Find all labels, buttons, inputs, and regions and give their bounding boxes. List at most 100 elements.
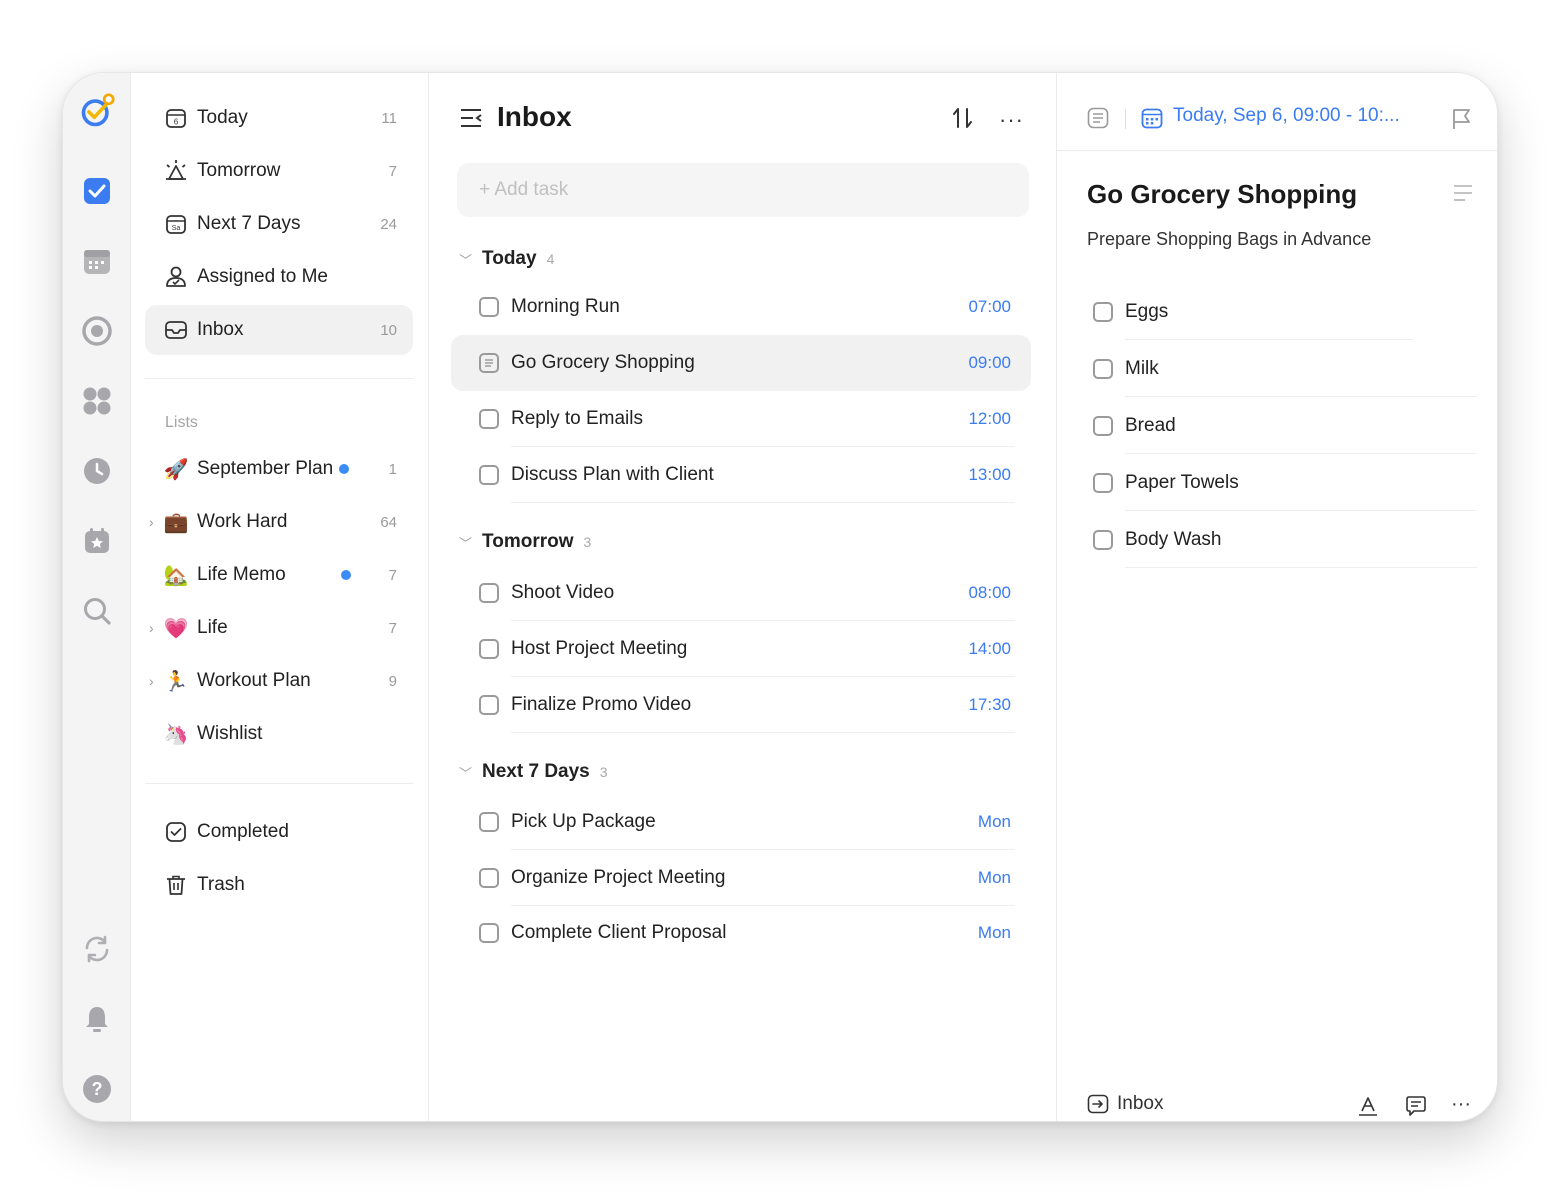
task-row[interactable]: Morning Run 07:00 bbox=[451, 279, 1031, 335]
chevron-right-icon[interactable]: › bbox=[149, 620, 154, 636]
sidebar-item-inbox[interactable]: Inbox 10 bbox=[145, 305, 413, 355]
subtask-item[interactable]: Paper Towels bbox=[1093, 454, 1477, 511]
chevron-down-icon[interactable]: ﹀ bbox=[459, 533, 472, 552]
more-options-icon[interactable]: ··· bbox=[999, 107, 1024, 133]
page-title: Inbox bbox=[497, 101, 572, 132]
runner-icon: 🏃 bbox=[163, 670, 189, 693]
sidebar-item-life-memo[interactable]: 🏡 Life Memo 7 bbox=[145, 550, 413, 600]
sidebar-item-count: 11 bbox=[381, 109, 397, 127]
task-checkbox[interactable] bbox=[479, 639, 499, 659]
subtask-title: Paper Towels bbox=[1125, 471, 1239, 493]
group-header-next-7-days[interactable]: ﹀ Next 7 Days 3 bbox=[459, 761, 608, 783]
subtask-title: Bread bbox=[1125, 414, 1176, 436]
group-header-tomorrow[interactable]: ﹀ Tomorrow 3 bbox=[459, 531, 591, 553]
task-row[interactable]: Shoot Video 08:00 bbox=[451, 565, 1031, 621]
comment-icon[interactable] bbox=[1405, 1095, 1427, 1121]
app-logo-icon[interactable] bbox=[79, 93, 115, 129]
subtask-checkbox[interactable] bbox=[1093, 529, 1113, 550]
sidebar-item-count: 7 bbox=[388, 619, 397, 637]
person-icon bbox=[163, 264, 189, 290]
flag-icon[interactable] bbox=[1451, 107, 1473, 136]
subtask-title: Milk bbox=[1125, 357, 1159, 379]
sidebar-item-tomorrow[interactable]: Tomorrow 7 bbox=[145, 146, 413, 196]
subtask-checkbox[interactable] bbox=[1093, 415, 1113, 436]
habit-clock-icon[interactable] bbox=[79, 453, 115, 489]
task-title[interactable]: Go Grocery Shopping bbox=[1087, 179, 1357, 210]
more-options-icon[interactable]: ··· bbox=[1451, 1093, 1471, 1116]
help-icon[interactable]: ? bbox=[79, 1071, 115, 1107]
task-checkbox[interactable] bbox=[479, 812, 499, 832]
sidebar-item-workout-plan[interactable]: › 🏃 Workout Plan 9 bbox=[145, 656, 413, 706]
subtask-item[interactable]: Eggs bbox=[1093, 283, 1477, 340]
task-checkbox[interactable] bbox=[479, 465, 499, 485]
note-checkbox-icon[interactable] bbox=[479, 353, 499, 373]
task-time: 07:00 bbox=[968, 297, 1011, 316]
task-description[interactable]: Prepare Shopping Bags in Advance bbox=[1087, 229, 1371, 250]
tasks-icon[interactable] bbox=[79, 173, 115, 209]
matrix-icon[interactable] bbox=[79, 383, 115, 419]
due-date-button[interactable]: Today, Sep 6, 09:00 - 10:... bbox=[1173, 105, 1400, 127]
search-icon[interactable] bbox=[79, 593, 115, 629]
task-title: Host Project Meeting bbox=[511, 638, 688, 659]
focus-icon[interactable] bbox=[79, 313, 115, 349]
sync-icon[interactable] bbox=[79, 931, 115, 967]
description-toggle-icon[interactable] bbox=[1453, 183, 1473, 208]
divider bbox=[145, 783, 413, 784]
bell-icon[interactable] bbox=[79, 1001, 115, 1037]
calendar-icon[interactable] bbox=[1141, 107, 1163, 134]
task-row-selected[interactable]: Go Grocery Shopping 09:00 bbox=[451, 335, 1031, 391]
task-checkbox[interactable] bbox=[479, 583, 499, 603]
briefcase-icon: 💼 bbox=[163, 511, 189, 534]
icon-rail: ? bbox=[63, 73, 131, 1121]
subtask-title: Body Wash bbox=[1125, 528, 1222, 550]
task-row[interactable]: Organize Project Meeting Mon bbox=[451, 850, 1031, 906]
chevron-down-icon[interactable]: ﹀ bbox=[459, 763, 472, 782]
list-selector[interactable]: Inbox bbox=[1087, 1093, 1163, 1115]
note-checkbox-icon[interactable] bbox=[1087, 107, 1109, 134]
task-row[interactable]: Discuss Plan with Client 13:00 bbox=[451, 447, 1031, 503]
move-to-list-icon bbox=[1087, 1093, 1109, 1115]
calendar-icon[interactable] bbox=[79, 243, 115, 279]
task-row[interactable]: Reply to Emails 12:00 bbox=[451, 391, 1031, 447]
countdown-icon[interactable] bbox=[79, 523, 115, 559]
add-task-input[interactable]: + Add task bbox=[457, 163, 1029, 217]
subtask-checkbox[interactable] bbox=[1093, 358, 1113, 379]
text-format-icon[interactable] bbox=[1357, 1095, 1379, 1121]
sort-icon[interactable] bbox=[951, 105, 975, 136]
task-checkbox[interactable] bbox=[479, 868, 499, 888]
subtask-item[interactable]: Bread bbox=[1093, 397, 1477, 454]
subtask-item[interactable]: Milk bbox=[1093, 340, 1477, 397]
sidebar-item-completed[interactable]: Completed bbox=[145, 807, 413, 857]
group-count: 3 bbox=[583, 534, 592, 550]
chevron-down-icon[interactable]: ﹀ bbox=[459, 250, 472, 269]
chevron-right-icon[interactable]: › bbox=[149, 673, 154, 689]
task-checkbox[interactable] bbox=[479, 695, 499, 715]
subtask-checkbox[interactable] bbox=[1093, 301, 1113, 322]
sidebar-item-work-hard[interactable]: › 💼 Work Hard 64 bbox=[145, 497, 413, 547]
menu-icon[interactable] bbox=[459, 107, 483, 134]
task-list-pane: Inbox ··· + Add task ﹀ Today 4 Morning R… bbox=[429, 73, 1057, 1121]
task-checkbox[interactable] bbox=[479, 297, 499, 317]
sidebar-item-trash[interactable]: Trash bbox=[145, 860, 413, 910]
task-title: Finalize Promo Video bbox=[511, 694, 692, 715]
sidebar-item-label: Today bbox=[197, 107, 248, 128]
sidebar-item-next-7-days[interactable]: Sa Next 7 Days 24 bbox=[145, 199, 413, 249]
sidebar-item-assigned-to-me[interactable]: Assigned to Me bbox=[145, 252, 413, 302]
sidebar-item-wishlist[interactable]: 🦄 Wishlist bbox=[145, 709, 413, 759]
task-row[interactable]: Host Project Meeting 14:00 bbox=[451, 621, 1031, 677]
task-title: Go Grocery Shopping bbox=[511, 352, 695, 373]
task-row[interactable]: Finalize Promo Video 17:30 bbox=[451, 677, 1031, 733]
task-title: Complete Client Proposal bbox=[511, 922, 727, 943]
chevron-right-icon[interactable]: › bbox=[149, 514, 154, 530]
task-checkbox[interactable] bbox=[479, 409, 499, 429]
sidebar-item-life[interactable]: › 💗 Life 7 bbox=[145, 603, 413, 653]
sidebar-item-label: Inbox bbox=[197, 319, 244, 340]
sidebar-item-today[interactable]: 6 Today 11 bbox=[145, 93, 413, 143]
task-row[interactable]: Complete Client Proposal Mon bbox=[451, 905, 1031, 961]
sidebar-item-september-plan[interactable]: 🚀 September Plan 1 bbox=[145, 444, 413, 494]
subtask-checkbox[interactable] bbox=[1093, 472, 1113, 493]
subtask-item[interactable]: Body Wash bbox=[1093, 511, 1477, 568]
task-row[interactable]: Pick Up Package Mon bbox=[451, 794, 1031, 850]
task-checkbox[interactable] bbox=[479, 923, 499, 943]
group-header-today[interactable]: ﹀ Today 4 bbox=[459, 248, 554, 270]
